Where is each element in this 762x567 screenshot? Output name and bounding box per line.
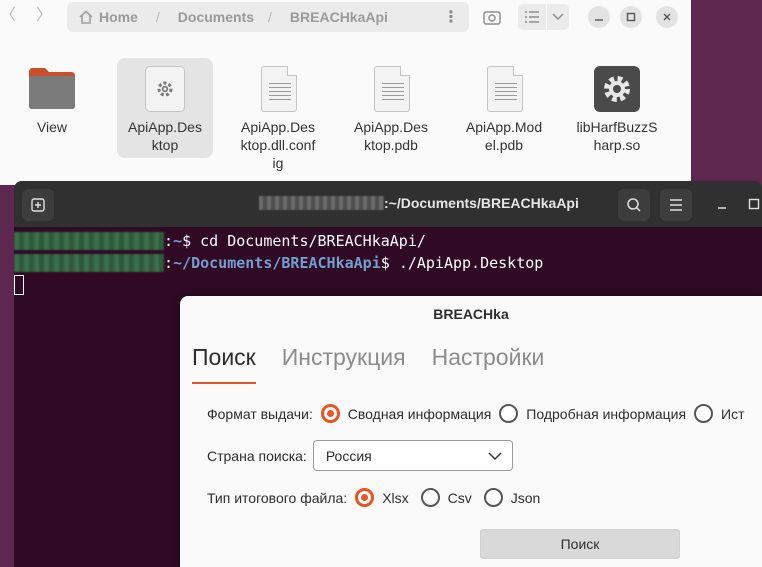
path-bar[interactable]: Home / Documents / BREACHkaApi ⋮ bbox=[67, 2, 469, 32]
path-segment-current[interactable]: BREACHkaApi bbox=[272, 9, 398, 25]
minimize-button[interactable] bbox=[588, 6, 610, 28]
file-item-model-pdb[interactable]: ApiApp.Mod el.pdb bbox=[456, 58, 552, 158]
tab-search[interactable]: Поиск bbox=[192, 342, 256, 384]
list-view-icon[interactable] bbox=[518, 4, 546, 30]
filetype-json-label[interactable]: Json bbox=[511, 490, 541, 506]
file-item-desktop-pdb[interactable]: ApiApp.Des ktop.pdb bbox=[343, 58, 439, 158]
prompt-symbol: $ bbox=[380, 254, 399, 272]
search-location-icon[interactable] bbox=[480, 4, 504, 30]
file-label-line: ApiApp.Des bbox=[128, 119, 202, 135]
filetype-xlsx-label[interactable]: Xlsx bbox=[382, 490, 408, 506]
format-label: Формат выдачи: bbox=[207, 405, 313, 422]
file-item-apiapp-desktop[interactable]: ApiApp.Des ktop bbox=[117, 58, 213, 158]
format-source-label[interactable]: Ист bbox=[721, 406, 744, 422]
filetype-xlsx-radio[interactable] bbox=[355, 488, 375, 507]
text-file-icon bbox=[374, 66, 410, 112]
new-tab-button[interactable] bbox=[22, 189, 54, 221]
terminal-title-path: :~/Documents/BREACHkaApi bbox=[384, 195, 579, 211]
back-icon[interactable]: 〈 bbox=[0, 5, 16, 27]
format-summary-label[interactable]: Сводная информация bbox=[348, 406, 492, 422]
search-icon bbox=[627, 198, 641, 212]
country-select-value: Россия bbox=[325, 447, 372, 464]
country-row: Страна поиска: Россия bbox=[207, 440, 513, 471]
tab-bar: Поиск Инструкция Настройки bbox=[192, 342, 570, 384]
filetype-row: Тип итогового файла: Xlsx Csv Json bbox=[207, 488, 540, 507]
format-detailed-radio[interactable] bbox=[499, 404, 519, 423]
command-text: ./ApiApp.Desktop bbox=[398, 254, 544, 272]
home-icon bbox=[79, 10, 93, 24]
library-gear-icon bbox=[594, 66, 640, 112]
executable-icon bbox=[145, 66, 185, 112]
text-file-icon bbox=[261, 66, 297, 112]
search-button[interactable] bbox=[618, 189, 650, 221]
format-summary-radio[interactable] bbox=[320, 404, 340, 423]
breachka-window: BREACHka Поиск Инструкция Настройки Форм… bbox=[180, 296, 762, 567]
file-label-line: libHarfBuzzS bbox=[576, 119, 658, 135]
format-row: Формат выдачи: Сводная информация Подроб… bbox=[207, 404, 745, 423]
tab-instructions[interactable]: Инструкция bbox=[282, 342, 406, 378]
redacted-user-host bbox=[14, 254, 164, 272]
prompt-path: ~ bbox=[173, 232, 183, 250]
format-detailed-label[interactable]: Подробная информация bbox=[526, 406, 686, 422]
files-window: 〈 〉 Home / Documents / BREACHkaApi ⋮ Vie… bbox=[0, 0, 691, 185]
country-select[interactable]: Россия bbox=[312, 440, 513, 471]
file-item-view-folder[interactable]: View bbox=[4, 58, 100, 158]
path-segment-home[interactable]: Home bbox=[99, 9, 138, 25]
terminal-minimize-button[interactable] bbox=[716, 197, 728, 215]
filetype-json-radio[interactable] bbox=[483, 488, 503, 507]
path-separator: / bbox=[268, 9, 272, 25]
file-label-line: ktop.pdb bbox=[364, 137, 418, 153]
terminal-line: : ~ $ cd Documents/BREACHkaApi/ bbox=[14, 231, 426, 251]
tab-settings[interactable]: Настройки bbox=[432, 342, 545, 378]
redacted-user-host bbox=[14, 232, 164, 250]
terminal-line: : ~/Documents/BREACHkaApi $ ./ApiApp.Des… bbox=[14, 253, 543, 273]
app-title: BREACHka bbox=[433, 306, 509, 322]
redacted-username bbox=[259, 196, 384, 210]
path-separator: / bbox=[155, 9, 160, 25]
folder-icon bbox=[29, 68, 75, 109]
maximize-button[interactable] bbox=[620, 6, 642, 28]
view-options-chevron-icon[interactable] bbox=[547, 4, 569, 30]
path-menu-icon[interactable]: ⋮ bbox=[443, 7, 459, 27]
menu-button[interactable] bbox=[660, 189, 692, 221]
prompt-path: ~/Documents/BREACHkaApi bbox=[173, 254, 381, 272]
prompt-separator: : bbox=[164, 254, 174, 272]
files-header: 〈 〉 Home / Documents / BREACHkaApi ⋮ bbox=[0, 0, 691, 36]
hamburger-icon bbox=[670, 199, 682, 211]
file-label-line: ApiApp.Des bbox=[354, 119, 428, 135]
file-label-line: ktop bbox=[151, 137, 179, 153]
filetype-label: Тип итогового файла: bbox=[207, 489, 348, 506]
file-label-line: ig bbox=[272, 155, 284, 171]
terminal-cursor bbox=[14, 275, 24, 295]
file-label: View bbox=[36, 119, 68, 135]
terminal-title: :~/Documents/BREACHkaApi bbox=[259, 195, 579, 211]
forward-icon[interactable]: 〉 bbox=[36, 5, 52, 27]
filetype-csv-radio[interactable] bbox=[420, 488, 440, 507]
prompt-separator: : bbox=[164, 232, 174, 250]
country-label: Страна поиска: bbox=[207, 447, 307, 464]
new-tab-icon bbox=[31, 198, 45, 212]
search-submit-button[interactable]: Поиск bbox=[480, 529, 680, 559]
format-source-radio[interactable] bbox=[694, 404, 714, 423]
filetype-csv-label[interactable]: Csv bbox=[448, 490, 472, 506]
text-file-icon bbox=[487, 66, 523, 112]
prompt-symbol: $ bbox=[182, 232, 201, 250]
command-text: cd Documents/BREACHkaApi/ bbox=[200, 232, 426, 250]
file-label-line: harp.so bbox=[593, 137, 641, 153]
file-item-dll-config[interactable]: ApiApp.Des ktop.dll.conf ig bbox=[230, 58, 326, 171]
file-label-line: ktop.dll.conf bbox=[240, 137, 316, 153]
chevron-down-icon bbox=[488, 452, 502, 461]
terminal-maximize-button[interactable] bbox=[748, 197, 760, 215]
close-button[interactable] bbox=[656, 6, 678, 28]
terminal-header: :~/Documents/BREACHkaApi bbox=[14, 181, 762, 227]
file-item-libharfbuzzsharp[interactable]: libHarfBuzzS harp.so bbox=[569, 58, 665, 158]
file-label-line: el.pdb bbox=[484, 137, 524, 153]
file-label-line: ApiApp.Des bbox=[241, 119, 315, 135]
file-label-line: ApiApp.Mod bbox=[465, 119, 543, 135]
path-segment-documents[interactable]: Documents bbox=[160, 9, 264, 25]
